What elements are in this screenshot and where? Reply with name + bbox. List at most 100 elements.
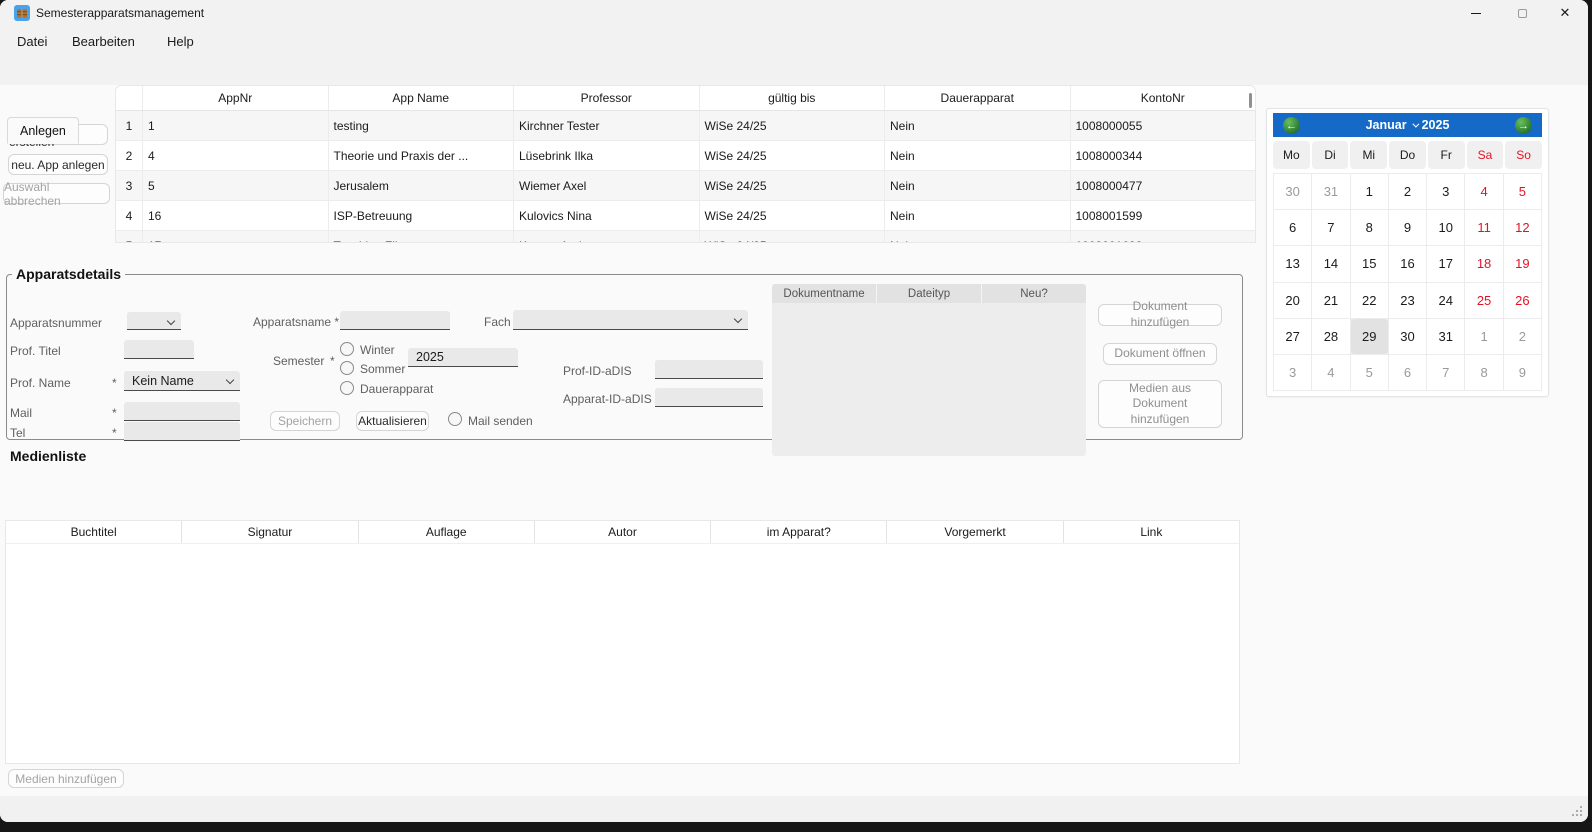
calendar-day[interactable]: 5 xyxy=(1351,355,1388,390)
table-scrollbar[interactable] xyxy=(1249,93,1252,108)
table-row[interactable]: 4 16 ISP-Betreuung Kulovics Nina WiSe 24… xyxy=(116,201,1255,231)
auswahl-abbrechen-button[interactable]: Auswahl abbrechen xyxy=(3,183,110,204)
calendar-prev-button[interactable]: ← xyxy=(1283,117,1300,134)
calendar-day[interactable]: 6 xyxy=(1389,355,1426,390)
medien-column-header[interactable]: Buchtitel xyxy=(6,521,182,543)
calendar-day[interactable]: 15 xyxy=(1351,246,1388,281)
mail-senden-checkbox[interactable] xyxy=(448,412,462,426)
calendar-day[interactable]: 3 xyxy=(1274,355,1311,390)
dokument-oeffnen-button[interactable]: Dokument öffnen xyxy=(1103,343,1217,365)
menu-item[interactable]: Help xyxy=(167,34,194,49)
column-header[interactable]: AppNr xyxy=(142,86,328,110)
calendar-day[interactable]: 22 xyxy=(1351,283,1388,318)
calendar-day[interactable]: 30 xyxy=(1274,174,1311,209)
calendar-day[interactable]: 31 xyxy=(1427,319,1464,354)
table-row[interactable]: 5 17 Teaching Films Kratzer Andrea WiSe … xyxy=(116,231,1255,243)
calendar-day[interactable]: 8 xyxy=(1351,210,1388,245)
minimize-button[interactable] xyxy=(1453,0,1499,26)
dokument-hinzufuegen-button[interactable]: Dokument hinzufügen xyxy=(1098,304,1222,326)
tab[interactable]: Anlegen xyxy=(7,117,79,144)
aktualisieren-button[interactable]: Aktualisieren xyxy=(356,411,429,431)
winter-radio[interactable] xyxy=(340,342,354,356)
column-header[interactable]: gültig bis xyxy=(699,86,885,110)
speichern-button[interactable]: Speichern xyxy=(270,411,340,431)
column-header[interactable]: Dauerapparat xyxy=(884,86,1070,110)
calendar-day[interactable]: 14 xyxy=(1312,246,1349,281)
document-column-header[interactable]: Dokumentname xyxy=(772,284,876,303)
calendar-day[interactable]: 7 xyxy=(1427,355,1464,390)
medien-column-header[interactable]: Signatur xyxy=(182,521,358,543)
fach-dropdown[interactable] xyxy=(513,310,748,330)
calendar-day[interactable]: 8 xyxy=(1465,355,1502,390)
calendar-day[interactable]: 21 xyxy=(1312,283,1349,318)
calendar-day[interactable]: 4 xyxy=(1312,355,1349,390)
resize-grip-icon[interactable] xyxy=(1572,814,1574,816)
calendar-day[interactable]: 2 xyxy=(1389,174,1426,209)
calendar-title[interactable]: Januar 2025 xyxy=(1366,118,1450,132)
calendar-day[interactable]: 30 xyxy=(1389,319,1426,354)
calendar-day[interactable]: 27 xyxy=(1274,319,1311,354)
prof-titel-input[interactable] xyxy=(124,340,194,359)
calendar-day[interactable]: 10 xyxy=(1427,210,1464,245)
calendar-day[interactable]: 20 xyxy=(1274,283,1311,318)
calendar-day[interactable]: 9 xyxy=(1504,355,1541,390)
calendar-day[interactable]: 19 xyxy=(1504,246,1541,281)
calendar-day[interactable]: 17 xyxy=(1427,246,1464,281)
calendar-next-button[interactable]: → xyxy=(1515,117,1532,134)
apparatsnummer-dropdown[interactable] xyxy=(127,312,181,330)
close-button[interactable]: ✕ xyxy=(1542,0,1588,26)
calendar-day[interactable]: 26 xyxy=(1504,283,1541,318)
table-row[interactable]: 2 4 Theorie und Praxis der ... Lüsebrink… xyxy=(116,141,1255,171)
medien-column-header[interactable]: Auflage xyxy=(359,521,535,543)
calendar-day[interactable]: 16 xyxy=(1389,246,1426,281)
document-column-header[interactable]: Dateityp xyxy=(877,284,981,303)
medien-column-header[interactable]: Link xyxy=(1064,521,1239,543)
table-row[interactable]: 3 5 Jerusalem Wiemer Axel WiSe 24/25 Nei… xyxy=(116,171,1255,201)
column-header[interactable]: KontoNr xyxy=(1070,86,1256,110)
calendar-day[interactable]: 11 xyxy=(1465,210,1502,245)
calendar-day[interactable]: 5 xyxy=(1504,174,1541,209)
calendar-day[interactable]: 3 xyxy=(1427,174,1464,209)
column-header[interactable]: App Name xyxy=(328,86,514,110)
menu-item[interactable]: Datei xyxy=(17,34,47,49)
apparatsname-input[interactable] xyxy=(340,311,450,330)
mail-input[interactable] xyxy=(124,402,240,421)
calendar-day[interactable]: 29 xyxy=(1351,319,1388,354)
column-header[interactable]: Professor xyxy=(513,86,699,110)
calendar-day[interactable]: 1 xyxy=(1465,319,1502,354)
menu-item[interactable]: Bearbeiten xyxy=(72,34,135,49)
table-row[interactable]: 1 1 testing Kirchner Tester WiSe 24/25 N… xyxy=(116,111,1255,141)
document-column-header[interactable]: Neu? xyxy=(982,284,1086,303)
calendar-day[interactable]: 18 xyxy=(1465,246,1502,281)
calendar-day[interactable]: 25 xyxy=(1465,283,1502,318)
calendar-day[interactable]: 13 xyxy=(1274,246,1311,281)
calendar-day[interactable]: 7 xyxy=(1312,210,1349,245)
calendar-day[interactable]: 24 xyxy=(1427,283,1464,318)
calendar-day[interactable]: 9 xyxy=(1389,210,1426,245)
tel-input[interactable] xyxy=(124,422,240,441)
calendar-day[interactable]: 28 xyxy=(1312,319,1349,354)
row-number: 5 xyxy=(116,231,142,243)
dauerapparat-radio[interactable] xyxy=(340,381,354,395)
calendar-day[interactable]: 12 xyxy=(1504,210,1541,245)
medien-column-header[interactable]: Autor xyxy=(535,521,711,543)
required-marker: * xyxy=(112,406,117,420)
medien-column-header[interactable]: Vorgemerkt xyxy=(887,521,1063,543)
medien-hinzufuegen-button[interactable]: Medien hinzufügen xyxy=(8,769,124,788)
prof-id-adis-input[interactable] xyxy=(655,360,763,379)
medien-aus-dokument-button[interactable]: Medien aus Dokument hinzufügen xyxy=(1098,380,1222,428)
apparat-id-adis-input[interactable] xyxy=(655,388,763,407)
calendar-day[interactable]: 1 xyxy=(1351,174,1388,209)
medien-column-header[interactable]: im Apparat? xyxy=(711,521,887,543)
calendar-day[interactable]: 4 xyxy=(1465,174,1502,209)
neu-app-anlegen-button[interactable]: neu. App anlegen xyxy=(8,154,108,175)
calendar-day[interactable]: 31 xyxy=(1312,174,1349,209)
calendar-day[interactable]: 6 xyxy=(1274,210,1311,245)
maximize-button[interactable] xyxy=(1499,0,1545,26)
prof-name-dropdown[interactable]: Kein Name xyxy=(124,371,240,391)
year-input[interactable]: 2025 xyxy=(408,348,518,367)
cell-kontonr: 1008001622 xyxy=(1070,231,1256,243)
sommer-radio[interactable] xyxy=(340,361,354,375)
calendar-day[interactable]: 2 xyxy=(1504,319,1541,354)
calendar-day[interactable]: 23 xyxy=(1389,283,1426,318)
